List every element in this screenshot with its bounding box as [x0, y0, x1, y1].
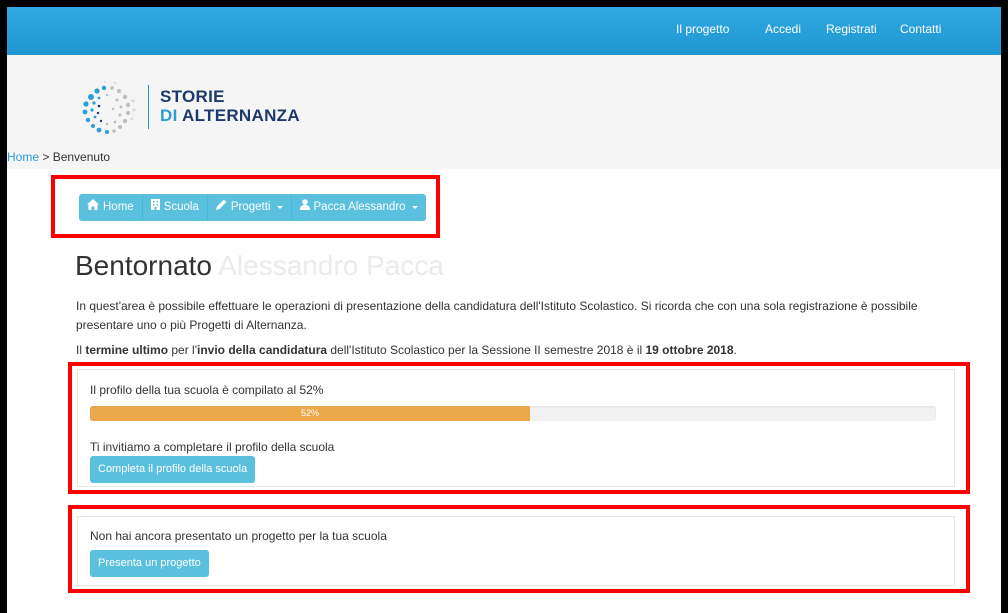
- menu-scuola-button[interactable]: Scuola: [142, 194, 208, 221]
- building-icon: [150, 194, 160, 221]
- browser-page: Il progetto Accedi Registrati Contatti S…: [7, 7, 1001, 613]
- menu-progetti-dropdown[interactable]: Progetti: [207, 194, 292, 221]
- deadline-bold-2: invio della candidatura: [197, 343, 328, 357]
- welcome-greeting: Bentornato: [75, 250, 212, 281]
- deadline-bold-1: termine ultimo: [85, 343, 169, 357]
- site-header: STORIE DI ALTERNANZA: [7, 55, 1001, 151]
- home-icon: [87, 194, 99, 221]
- logo-alternanza-text: ALTERNANZA: [182, 106, 300, 125]
- nav-link-accedi[interactable]: Accedi: [765, 22, 801, 36]
- deadline-bold-3: 19 ottobre 2018: [645, 343, 734, 357]
- breadcrumb-home-link[interactable]: Home: [7, 150, 39, 164]
- user-menu-bar: Home Scuola Progetti Pacca Alessandro: [79, 194, 426, 221]
- nav-link-contatti[interactable]: Contatti: [900, 22, 941, 36]
- welcome-user-name: Alessandro Pacca: [218, 250, 444, 281]
- breadcrumb-current: Benvenuto: [52, 150, 111, 164]
- nav-link-il-progetto[interactable]: Il progetto: [676, 22, 729, 36]
- deadline-paragraph: Il termine ultimo per l'invio della cand…: [76, 341, 966, 360]
- logo-title-line1: STORIE: [160, 87, 225, 106]
- breadcrumb-separator: >: [39, 150, 53, 164]
- deadline-text-4: .: [733, 343, 737, 357]
- logo-di-text: DI: [160, 106, 178, 125]
- menu-home-button[interactable]: Home: [79, 194, 143, 221]
- menu-home-label: Home: [103, 201, 134, 213]
- highlight-box-profile: [68, 362, 970, 494]
- chevron-down-icon: [411, 206, 418, 209]
- logo-title-line2: DI ALTERNANZA: [160, 106, 300, 126]
- intro-paragraph: In quest'area è possibile effettuare le …: [76, 299, 918, 332]
- deadline-text-1: Il: [76, 343, 86, 357]
- user-icon: [299, 194, 310, 221]
- top-navbar: Il progetto Accedi Registrati Contatti: [7, 7, 1001, 55]
- highlight-box-project: [68, 505, 970, 593]
- dots-logo-icon[interactable]: [77, 79, 137, 139]
- menu-user-label: Pacca Alessandro: [313, 201, 406, 213]
- nav-link-registrati[interactable]: Registrati: [826, 22, 877, 36]
- page-title: Bentornato Alessandro Pacca: [75, 250, 444, 282]
- menu-progetti-label: Progetti: [230, 201, 271, 213]
- chevron-down-icon: [276, 206, 283, 209]
- menu-user-dropdown[interactable]: Pacca Alessandro: [291, 194, 426, 221]
- breadcrumb: Home > Benvenuto: [7, 145, 1001, 169]
- pencil-icon: [215, 194, 227, 221]
- deadline-text-3: dell'Istituto Scolastico per la Sessione…: [327, 343, 646, 357]
- logo-divider: [148, 85, 149, 129]
- menu-scuola-label: Scuola: [163, 201, 199, 213]
- deadline-text-2: per l': [168, 343, 197, 357]
